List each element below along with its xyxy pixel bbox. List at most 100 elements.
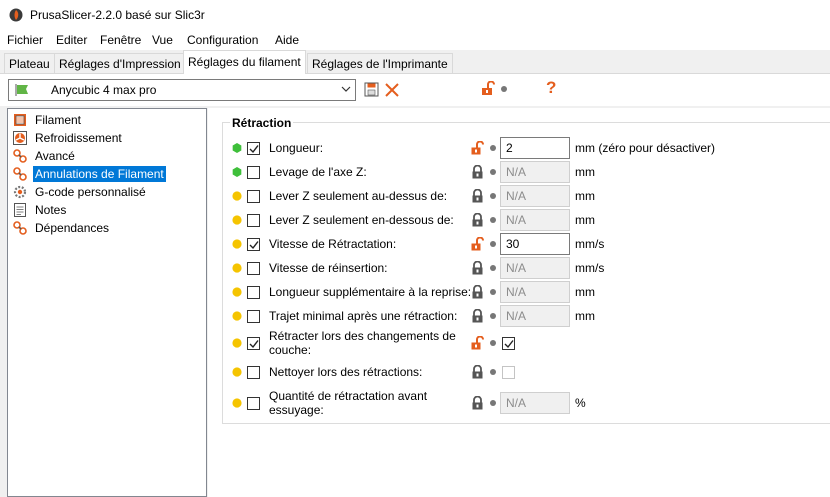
setting-label-line: couche: — [269, 343, 312, 357]
checkmark-icon — [249, 144, 259, 153]
unlocked-lock-icon[interactable] — [471, 237, 484, 251]
delete-preset-icon[interactable] — [384, 82, 400, 98]
setting-value-input[interactable]: 30 — [500, 233, 570, 255]
system-value-bullet-icon[interactable] — [490, 289, 496, 295]
modified-value-yellow-dot-icon — [232, 367, 242, 377]
setting-row: Lever Z seulement au-dessus de: N/A mm — [208, 184, 830, 208]
setting-value-checkbox[interactable] — [502, 365, 515, 379]
system-value-bullet-icon[interactable] — [490, 340, 496, 346]
menu-vue[interactable]: Vue — [152, 33, 173, 47]
preset-dropdown[interactable]: Anycubic 4 max pro — [8, 79, 356, 101]
setting-unit: mm (zéro pour désactiver) — [575, 141, 716, 155]
override-checkbox[interactable] — [247, 213, 260, 227]
tab-plateau[interactable]: Plateau — [4, 53, 55, 73]
setting-label: Quantité de rétractation avant essuyage: — [269, 389, 427, 417]
override-checkbox[interactable] — [247, 189, 260, 203]
unlocked-lock-icon[interactable] — [471, 336, 484, 350]
setting-unit: mm — [575, 285, 595, 299]
save-preset-icon[interactable] — [364, 82, 379, 97]
override-checkbox[interactable] — [247, 396, 260, 410]
system-value-bullet-icon[interactable] — [490, 145, 496, 151]
system-value-bullet-icon[interactable] — [490, 369, 496, 375]
setting-row: Rétracter lors des changements de couche: — [208, 328, 830, 358]
tab-filament-settings[interactable]: Réglages du filament — [183, 50, 306, 74]
system-value-bullet-icon[interactable] — [490, 313, 496, 319]
menu-bar: Fichier Editer Fenêtre Vue Configuration… — [0, 30, 830, 50]
setting-value-input[interactable]: N/A — [500, 257, 570, 279]
override-checkbox[interactable] — [247, 237, 260, 251]
setting-label-line: Longueur supplémentaire à la reprise: — [269, 285, 472, 299]
setting-label-line: Lever Z seulement au-dessus de: — [269, 189, 448, 203]
setting-label-line: Quantité de rétractation avant — [269, 389, 428, 403]
setting-label-line: Lever Z seulement en-dessous de: — [269, 213, 454, 227]
locked-lock-icon[interactable] — [471, 285, 484, 299]
setting-value-checkbox[interactable] — [502, 336, 515, 350]
override-checkbox[interactable] — [247, 165, 260, 179]
menu-editer[interactable]: Editer — [56, 33, 87, 47]
checkmark-icon — [249, 339, 259, 348]
modified-value-yellow-dot-icon — [232, 263, 242, 273]
locked-lock-icon[interactable] — [471, 189, 484, 203]
setting-row: Levage de l'axe Z: N/A mm — [208, 160, 830, 184]
locked-lock-icon[interactable] — [471, 213, 484, 227]
setting-label-line: Rétracter lors des changements de — [269, 329, 456, 343]
setting-value-input[interactable]: N/A — [500, 281, 570, 303]
checkmark-icon — [504, 339, 514, 348]
locked-lock-icon[interactable] — [471, 396, 484, 410]
setting-value-input[interactable]: N/A — [500, 209, 570, 231]
setting-value-input[interactable]: N/A — [500, 185, 570, 207]
system-value-bullet-icon[interactable] — [490, 400, 496, 406]
setting-label: Trajet minimal après une rétraction: — [269, 309, 457, 323]
setting-label: Longueur supplémentaire à la reprise: — [269, 285, 471, 299]
tab-printer-settings[interactable]: Réglages de l'Imprimante — [307, 53, 453, 73]
setting-row: Longueur: 2 mm (zéro pour désactiver) — [208, 136, 830, 160]
settings-page-list: Filament Refroidissement Avancé Annulati… — [7, 108, 207, 497]
system-value-bullet-icon[interactable] — [490, 217, 496, 223]
setting-unit: mm/s — [575, 237, 605, 251]
system-value-bullet-icon[interactable] — [490, 265, 496, 271]
setting-value-input[interactable]: N/A — [500, 161, 570, 183]
locked-lock-icon[interactable] — [471, 165, 484, 179]
unlocked-lock-icon[interactable] — [481, 81, 495, 96]
chevron-down-icon — [341, 86, 351, 92]
checkmark-icon — [249, 240, 259, 249]
locked-lock-icon[interactable] — [471, 261, 484, 275]
override-checkbox[interactable] — [247, 365, 260, 379]
spool-icon — [14, 114, 26, 126]
setting-label: Lever Z seulement au-dessus de: — [269, 189, 447, 203]
modified-value-yellow-dot-icon — [232, 338, 242, 348]
setting-row: Quantité de rétractation avant essuyage: N… — [208, 388, 830, 418]
menu-configuration[interactable]: Configuration — [187, 33, 258, 47]
setting-unit: mm — [575, 189, 595, 203]
menu-fichier[interactable]: Fichier — [7, 33, 43, 47]
prusaslicer-logo-icon — [9, 8, 23, 22]
override-checkbox[interactable] — [247, 309, 260, 323]
setting-value-input[interactable]: N/A — [500, 305, 570, 327]
override-checkbox[interactable] — [247, 261, 260, 275]
setting-unit: mm/s — [575, 261, 605, 275]
system-value-bullet-icon[interactable] — [490, 169, 496, 175]
override-checkbox[interactable] — [247, 141, 260, 155]
modified-value-yellow-dot-icon — [232, 191, 242, 201]
system-value-bullet-icon[interactable] — [490, 241, 496, 247]
menu-aide[interactable]: Aide — [275, 33, 299, 47]
preset-name: Anycubic 4 max pro — [51, 83, 157, 97]
tab-bar: Plateau Réglages d'Impression Réglages d… — [0, 50, 830, 74]
unlocked-lock-icon[interactable] — [471, 141, 484, 155]
setting-row: Vitesse de Rétractation: 30 mm/s — [208, 232, 830, 256]
section-title: Rétraction — [230, 116, 294, 130]
system-value-bullet-icon[interactable] — [490, 193, 496, 199]
setting-label-line: Levage de l'axe Z: — [269, 165, 367, 179]
setting-value-input[interactable]: 2 — [500, 137, 570, 159]
menu-fenetre[interactable]: Fenêtre — [100, 33, 141, 47]
system-value-bullet-icon[interactable] — [501, 86, 507, 92]
override-checkbox[interactable] — [247, 285, 260, 299]
override-checkbox[interactable] — [247, 336, 260, 350]
setting-value-input[interactable]: N/A — [500, 392, 570, 414]
tab-print-settings[interactable]: Réglages d'Impression — [54, 53, 186, 73]
setting-unit: mm — [575, 309, 595, 323]
locked-lock-icon[interactable] — [471, 309, 484, 323]
help-question-icon[interactable]: ? — [546, 78, 556, 98]
locked-lock-icon[interactable] — [471, 365, 484, 379]
modified-value-yellow-dot-icon — [232, 215, 242, 225]
